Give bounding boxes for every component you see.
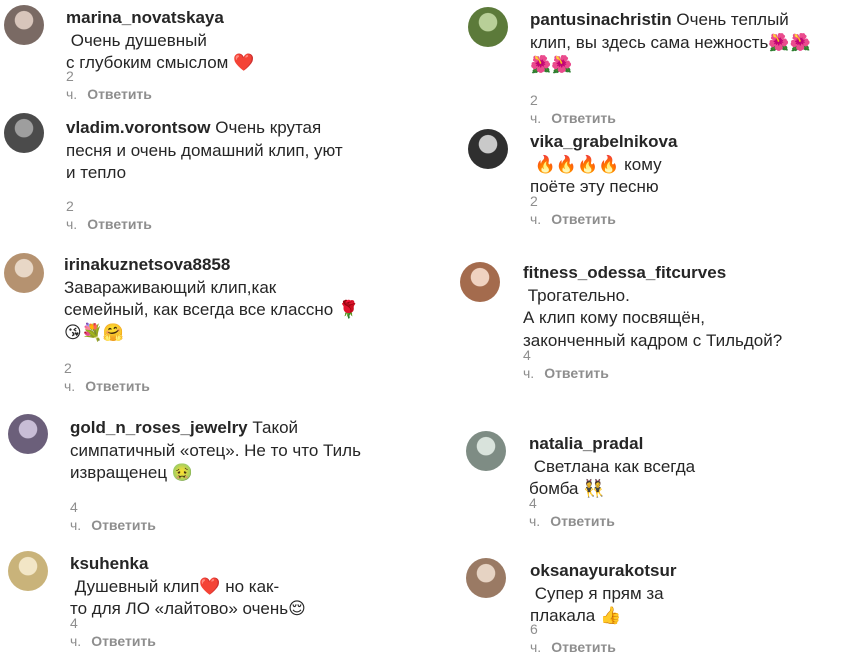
username-link[interactable]: vika_grabelnikova [530, 132, 677, 151]
avatar[interactable] [8, 414, 48, 454]
avatar[interactable] [4, 113, 44, 153]
username-link[interactable]: fitness_odessa_fitcurves [523, 263, 726, 282]
avatar[interactable] [468, 7, 508, 47]
username-link[interactable]: marina_novatskaya [66, 8, 224, 27]
username-link[interactable]: natalia_pradal [529, 434, 643, 453]
username-link[interactable]: ksuhenka [70, 554, 148, 573]
avatar[interactable] [8, 551, 48, 591]
comment-timestamp: 4 ч. [523, 347, 535, 381]
comment-text: natalia_pradal Светлана как всегда бомба… [529, 433, 695, 501]
comment-body: Душевный клип❤️ но как- то для ЛО «лайто… [70, 576, 306, 619]
comment-text: gold_n_roses_jewelry Такой симпатичный «… [70, 417, 361, 485]
reply-button[interactable]: Ответить [87, 216, 152, 232]
comment-meta: 2 ч. Ответить [530, 192, 616, 228]
reply-button[interactable]: Ответить [91, 517, 156, 533]
comment-text: irinakuznetsova8858 Завараживающий клип,… [64, 254, 359, 344]
comment-body: Супер я прям за плакала 👍 [530, 583, 664, 626]
reply-button[interactable]: Ответить [87, 86, 152, 102]
comment-timestamp: 6 ч. [530, 621, 542, 655]
comment-timestamp: 2 ч. [530, 193, 542, 227]
reply-button[interactable]: Ответить [551, 639, 616, 655]
comment-timestamp: 2 ч. [530, 92, 542, 126]
comment-timestamp: 4 ч. [70, 499, 82, 533]
avatar[interactable] [466, 431, 506, 471]
comment-meta: 2 ч. Ответить [530, 91, 616, 127]
comment-meta: 2 ч. Ответить [64, 359, 150, 395]
comment-text: vika_grabelnikova 🔥🔥🔥🔥 кому поёте эту пе… [530, 131, 677, 199]
comment-text: pantusinachristin Очень теплый клип, вы … [530, 9, 811, 77]
comment-text: oksanayurakotsur Супер я прям за плакала… [530, 560, 676, 628]
avatar[interactable] [466, 558, 506, 598]
comment-timestamp: 2 ч. [66, 68, 78, 102]
avatar[interactable] [4, 253, 44, 293]
username-link[interactable]: oksanayurakotsur [530, 561, 676, 580]
reply-button[interactable]: Ответить [550, 513, 615, 529]
avatar[interactable] [4, 5, 44, 45]
comment-meta: 6 ч. Ответить [530, 620, 616, 656]
reply-button[interactable]: Ответить [91, 633, 156, 649]
username-link[interactable]: pantusinachristin [530, 10, 672, 29]
reply-button[interactable]: Ответить [551, 110, 616, 126]
username-link[interactable]: gold_n_roses_jewelry [70, 418, 248, 437]
comment-text: ksuhenka Душевный клип❤️ но как- то для … [70, 553, 306, 621]
username-link[interactable]: irinakuznetsova8858 [64, 255, 230, 274]
comment-text: vladim.vorontsow Очень крутая песня и оч… [66, 117, 343, 185]
avatar[interactable] [468, 129, 508, 169]
comment-timestamp: 4 ч. [70, 615, 82, 649]
comment-body: Трогательно. А клип кому посвящён, закон… [523, 285, 783, 350]
comment-meta: 2 ч. Ответить [66, 67, 152, 103]
comment-text: marina_novatskaya Очень душевный с глубо… [66, 7, 254, 75]
comment-body: 🔥🔥🔥🔥 кому поёте эту песню [530, 154, 662, 197]
comment-timestamp: 2 ч. [64, 360, 76, 394]
reply-button[interactable]: Ответить [85, 378, 150, 394]
reply-button[interactable]: Ответить [551, 211, 616, 227]
comment-meta: 2 ч. Ответить [66, 197, 152, 233]
avatar[interactable] [460, 262, 500, 302]
comment-meta: 4 ч. Ответить [70, 614, 156, 650]
comment-meta: 4 ч. Ответить [70, 498, 156, 534]
comment-body: Светлана как всегда бомба 👯 [529, 456, 696, 499]
username-link[interactable]: vladim.vorontsow [66, 118, 211, 137]
comment-timestamp: 4 ч. [529, 495, 541, 529]
comment-meta: 4 ч. Ответить [529, 494, 615, 530]
reply-button[interactable]: Ответить [544, 365, 609, 381]
comment-body: Очень душевный с глубоким смыслом ❤️ [66, 30, 255, 73]
comment-meta: 4 ч. Ответить [523, 346, 609, 382]
comment-timestamp: 2 ч. [66, 198, 78, 232]
comment-text: fitness_odessa_fitcurves Трогательно. А … [523, 262, 782, 352]
